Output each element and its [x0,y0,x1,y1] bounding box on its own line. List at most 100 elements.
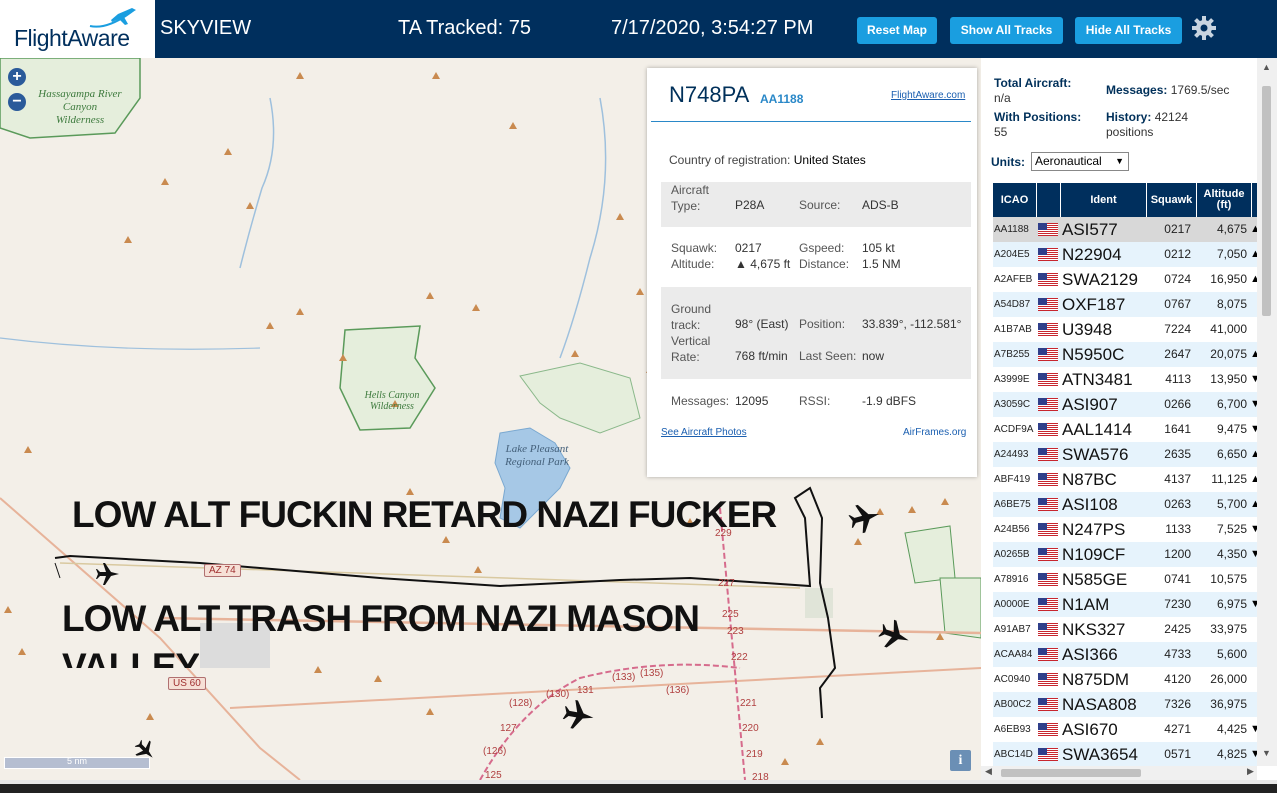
road-number: 222 [731,652,748,663]
reset-map-button[interactable]: Reset Map [857,17,937,44]
cell-squawk: 7224 [1164,322,1191,336]
source-value: ADS-B [862,198,899,212]
cell-icao: A3999E [994,374,1030,385]
cell-altitude: 20,075 [1210,347,1247,361]
table-row[interactable]: A78916 N585GE 0741 10,575 [993,567,1257,592]
column-header-flag[interactable] [1037,183,1061,217]
table-row[interactable]: A54D87 OXF187 0767 8,075 [993,292,1257,317]
rssi-label: RSSI: [799,394,831,408]
table-row[interactable]: A0000E N1AM 7230 6,975 ▼ [993,592,1257,617]
cell-altitude: 33,975 [1210,622,1247,636]
table-row[interactable]: A1B7AB U3948 7224 41,000 [993,317,1257,342]
table-row[interactable]: A204E5 N22904 0212 7,050 ▲ [993,242,1257,267]
aircraft-photos-link[interactable]: See Aircraft Photos [661,427,747,438]
cell-altitude: 36,975 [1210,697,1247,711]
altitude-trend-icon: ▲ [1250,448,1257,460]
cell-altitude: 9,475 [1216,422,1247,436]
units-select[interactable]: Aeronautical ▼ [1031,152,1129,171]
table-row[interactable]: A24493 SWA576 2635 6,650 ▲ [993,442,1257,467]
table-row[interactable]: AA1188 ASI577 0217 4,675 ▲ [993,217,1257,242]
cell-icao: A24B56 [994,524,1030,535]
altitude-trend-icon: ▲ [1250,273,1257,285]
scroll-down-arrow-icon[interactable]: ▼ [1262,748,1271,758]
cell-ident: SWA2129 [1062,270,1138,289]
info-button[interactable]: i [950,750,971,771]
horizontal-scrollbar[interactable]: ◀ ▶ [981,766,1257,780]
table-row[interactable]: A3059C ASI907 0266 6,700 ▼ [993,392,1257,417]
table-row[interactable]: A91AB7 NKS327 2425 33,975 [993,617,1257,642]
scrollbar-thumb[interactable] [1262,86,1271,316]
us-flag-icon [1038,248,1058,261]
cell-icao: A6EB93 [994,724,1031,735]
scroll-right-arrow-icon[interactable]: ▶ [1247,766,1254,777]
table-row[interactable]: ACDF9A AAL1414 1641 9,475 ▼ [993,417,1257,442]
logo-text: FlightAware [14,25,130,51]
scrollbar-thumb[interactable] [1001,769,1141,777]
us-flag-icon [1038,523,1058,536]
table-row[interactable]: ACAA84 ASI366 4733 5,600 [993,642,1257,667]
messages-stat: Messages: 1769.5/sec [1106,83,1229,98]
airframes-link[interactable]: AirFrames.org [903,427,966,438]
road-number: (126) [483,746,507,757]
table-row[interactable]: AB00C2 NASA808 7326 36,975 [993,692,1257,717]
cell-altitude: 7,525 [1216,522,1247,536]
road-number: 127 [500,723,517,734]
altitude-label: Altitude: [671,257,715,271]
road-number: (130) [546,689,570,700]
gear-icon[interactable] [1191,15,1217,41]
vertical-rate-label: Vertical Rate: [671,334,711,364]
zoom-in-button[interactable]: + [8,68,26,86]
table-row[interactable]: ABC14D SWA3654 0571 4,825 ▼ [993,742,1257,766]
table-row[interactable]: A6BE75 ASI108 0263 5,700 ▲ [993,492,1257,517]
hide-all-tracks-button[interactable]: Hide All Tracks [1075,17,1182,44]
cell-ident: NKS327 [1062,620,1126,639]
table-row[interactable]: A2AFEB SWA2129 0724 16,950 ▲ [993,267,1257,292]
flightaware-link[interactable]: FlightAware.com [891,90,965,101]
cell-squawk: 7326 [1164,697,1191,711]
column-header-squawk[interactable]: Squawk [1147,183,1197,217]
cell-squawk: 4271 [1164,722,1191,736]
show-all-tracks-button[interactable]: Show All Tracks [950,17,1063,44]
cell-squawk: 1200 [1164,547,1191,561]
altitude-trend-icon [1250,692,1257,717]
table-row[interactable]: AC0940 N875DM 4120 26,000 [993,667,1257,692]
cell-altitude: 11,125 [1211,472,1247,486]
with-positions-label: With Positions: [994,110,1082,124]
cell-altitude: 26,000 [1210,672,1247,686]
total-aircraft-label: Total Aircraft: [994,76,1072,90]
cell-altitude: 6,700 [1216,397,1247,411]
total-aircraft-value: n/a [994,91,1011,105]
map-label-lake-pleasant: Lake Pleasant Regional Park [505,443,569,468]
distance-label: Distance: [799,257,850,271]
messages-stat-value: 1769.5/sec [1170,83,1230,97]
zoom-out-button[interactable]: − [8,93,26,111]
cell-ident: ASI670 [1062,720,1118,739]
us-flag-icon [1038,648,1058,661]
road-number: 219 [746,749,763,760]
table-row[interactable]: A3999E ATN3481 4113 13,950 ▼ [993,367,1257,392]
column-header-altitude[interactable]: Altitude (ft) [1197,183,1252,217]
vertical-scrollbar[interactable]: ▲ ▼ [1257,58,1277,766]
cell-squawk: 2425 [1164,622,1191,636]
history-stat: History: 42124 positions [1106,110,1226,140]
column-header-icao[interactable]: ICAO [993,183,1037,217]
table-row[interactable]: A7B255 N5950C 2647 20,075 ▲ [993,342,1257,367]
table-row[interactable]: A24B56 N247PS 1133 7,525 ▼ [993,517,1257,542]
column-header-ident[interactable]: Ident [1061,183,1147,217]
cell-icao: ACAA84 [994,649,1033,660]
flightaware-logo[interactable]: FlightAware [0,0,155,58]
table-row[interactable]: A0265B N109CF 1200 4,350 ▼ [993,542,1257,567]
card-divider [651,121,971,122]
aircraft-list-panel: Total Aircraft: n/a Messages: 1769.5/sec… [981,58,1277,780]
table-row[interactable]: ABF419 N87BC 4137 11,125 ▲ [993,467,1257,492]
table-row[interactable]: A6EB93 ASI670 4271 4,425 ▼ [993,717,1257,742]
scroll-left-arrow-icon[interactable]: ◀ [985,766,992,777]
cell-altitude: 10,575 [1210,572,1247,586]
altitude-trend-icon: ▲ [1250,473,1257,485]
cell-altitude: 13,950 [1210,372,1247,386]
cell-altitude: 6,975 [1216,597,1247,611]
messages-section: Messages: 12095 RSSI: -1.9 dBFS [661,389,971,413]
scroll-up-arrow-icon[interactable]: ▲ [1262,62,1271,72]
road-number: 125 [485,770,502,780]
history-label: History: [1106,110,1152,124]
